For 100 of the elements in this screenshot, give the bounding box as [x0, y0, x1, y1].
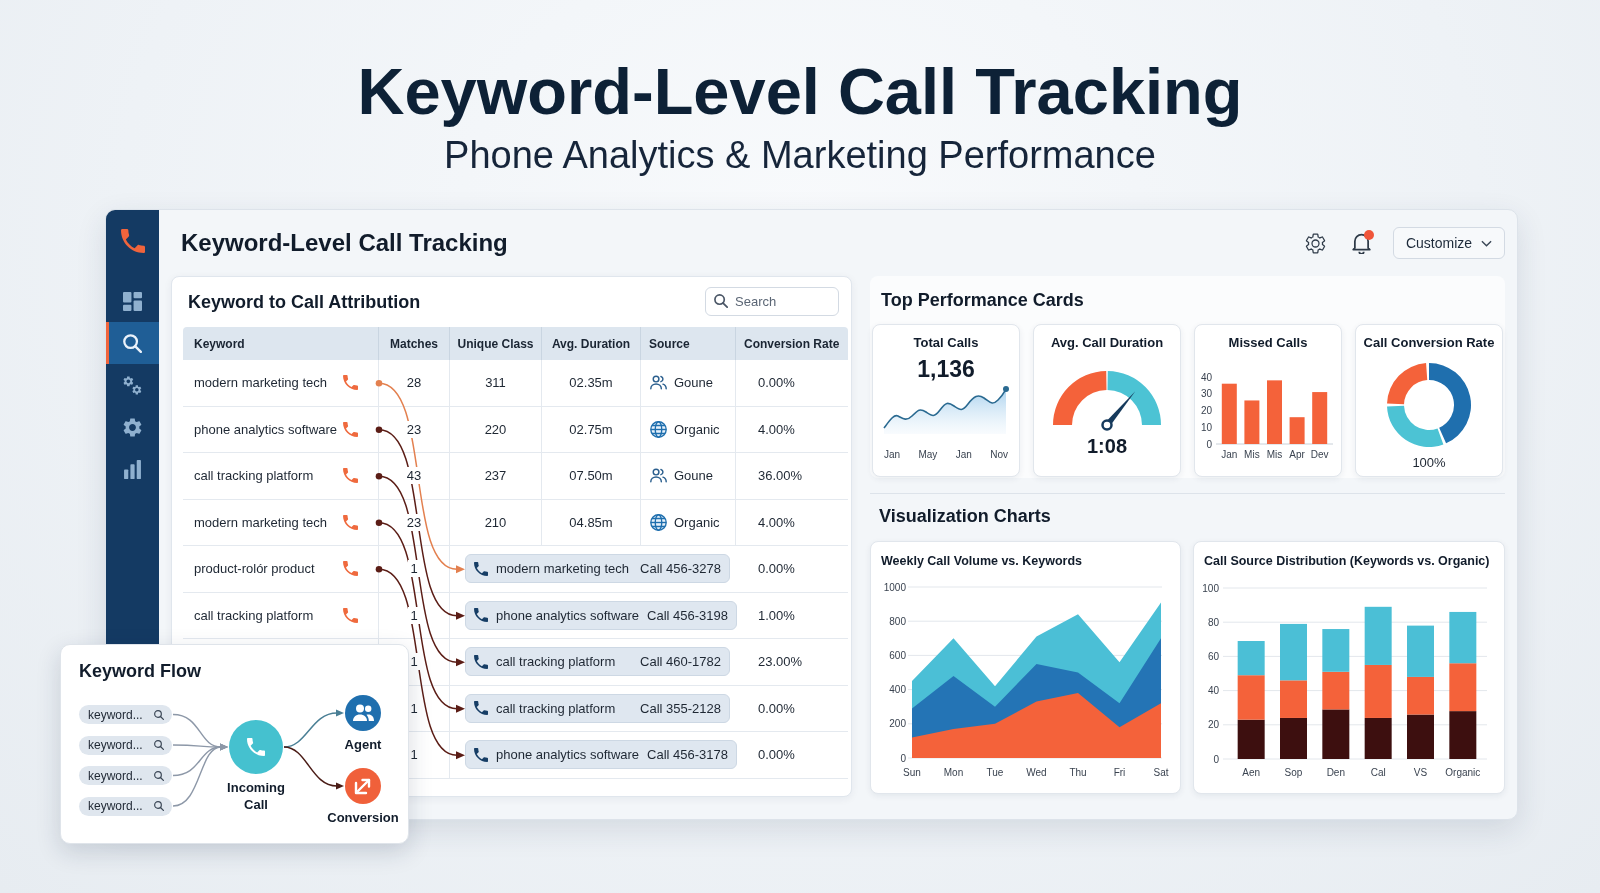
axis-label: Nov	[990, 449, 1008, 461]
tick-label: 0	[1213, 753, 1219, 765]
axis-label: May	[918, 449, 938, 461]
call-keyword: modern marketing tech	[496, 561, 629, 577]
axis-label: Fri	[1113, 767, 1126, 778]
page-subtitle: Phone Analytics & Marketing Performance	[444, 136, 1156, 174]
axis-label: Mon	[943, 767, 964, 778]
unique-class-value: 311	[485, 375, 506, 391]
call-number: Call 456-3198	[647, 607, 729, 623]
conversion-rate-value: 0.00%	[758, 747, 795, 763]
call-keyword: call tracking platform	[496, 700, 616, 716]
card-title: Missed Calls	[1228, 335, 1308, 351]
phone-icon	[343, 514, 358, 530]
phone-icon	[343, 375, 358, 391]
metric-value: 1:08	[1087, 435, 1127, 457]
axis-label: Dev	[1310, 449, 1329, 460]
axis-label: Jan	[955, 449, 972, 461]
axis-label: Sat	[1153, 767, 1169, 778]
tick-label: 200	[889, 718, 906, 730]
tick-label: 600	[889, 649, 906, 661]
phone-icon	[474, 654, 488, 669]
axis-label: Sop	[1284, 767, 1303, 778]
call-keyword: phone analytics software	[496, 747, 640, 763]
node-label: Conversion	[327, 810, 399, 826]
card-title: Total Calls	[913, 335, 979, 351]
tick-label: 10	[1200, 421, 1212, 433]
conversion-rate-value: 4.00%	[758, 514, 795, 530]
conversion-rate-value: 36.00%	[758, 468, 803, 484]
search-field[interactable]: Search	[705, 286, 839, 316]
axis-label: Thu	[1069, 767, 1087, 778]
tick-label: 400	[889, 684, 906, 696]
conversion-rate-value: 23.00%	[758, 654, 803, 670]
call-number: Call 460-1782	[640, 654, 721, 670]
phone-icon	[474, 747, 488, 762]
tick-label: 80	[1207, 616, 1219, 628]
conversion-rate-value: 4.00%	[758, 421, 795, 437]
keyword-text: product-rolór product	[194, 561, 315, 577]
phone-icon	[474, 701, 488, 716]
chevron-down-icon	[1481, 239, 1493, 247]
call-number: Call 456-3178	[647, 747, 729, 763]
call-number: Call 355-2128	[640, 700, 721, 716]
bar-chart-icon	[123, 459, 142, 479]
phone-icon	[343, 468, 358, 484]
matches-value: 1	[408, 653, 420, 671]
tick-label: 800	[889, 615, 906, 627]
conversion-rate-value: 0.00%	[758, 375, 795, 391]
customize-button[interactable]: Customize	[1393, 227, 1505, 259]
column-header: Source	[649, 336, 690, 351]
axis-label: Jan	[1221, 449, 1238, 460]
axis-label: Organic	[1445, 767, 1481, 778]
people-icon	[345, 695, 381, 731]
metric-value: 1,136	[917, 356, 975, 382]
search-icon	[154, 709, 164, 720]
conversion-rate-value: 0.00%	[758, 561, 795, 577]
keyword-label: keyword...	[88, 707, 143, 722]
keyword-text: call tracking platform	[194, 607, 314, 623]
search-icon	[123, 333, 142, 353]
matches-value: 1	[408, 560, 420, 578]
search-icon	[154, 740, 164, 750]
settings-icon	[1304, 232, 1326, 254]
axis-label: VS	[1413, 767, 1428, 778]
axis-label: Den	[1326, 767, 1345, 778]
phone-icon	[474, 608, 488, 623]
phone-icon	[343, 607, 358, 623]
people-icon	[650, 467, 667, 485]
axis-label: Mis	[1244, 449, 1260, 460]
search-icon	[154, 801, 164, 811]
tick-label: 60	[1207, 650, 1219, 662]
unique-class-value: 237	[484, 468, 507, 484]
call-keyword: call tracking platform	[496, 654, 616, 670]
bell-icon	[1350, 232, 1372, 254]
sidebar-button[interactable]	[106, 322, 159, 364]
phone-icon	[343, 561, 358, 577]
grid-icon	[123, 291, 142, 311]
tick-label: 100	[1202, 582, 1219, 594]
column-header: Matches	[390, 336, 438, 351]
flow-arrow	[283, 746, 344, 790]
globe-icon	[650, 513, 667, 531]
phone-icon	[120, 229, 145, 253]
panel-title: Keyword to Call Attribution	[188, 291, 421, 312]
column-header: Keyword	[194, 336, 245, 351]
panel-title: Keyword Flow	[79, 661, 201, 681]
globe-icon	[650, 420, 667, 438]
source-label: Goune	[674, 468, 714, 484]
axis-label: Sun	[903, 767, 921, 778]
tick-label: 0	[900, 752, 906, 764]
section-title: Top Performance Cards	[881, 289, 1084, 311]
source-label: Organic	[674, 421, 720, 437]
card-title: Avg. Call Duration	[1050, 335, 1164, 351]
axis-label: Cal	[1370, 767, 1386, 778]
chart-title: Call Source Distribution (Keywords vs. Organic)	[1204, 554, 1490, 568]
phone-icon	[343, 421, 358, 437]
keyword-text: modern marketing tech	[194, 375, 327, 391]
keyword-text: modern marketing tech	[194, 514, 327, 530]
search-icon	[154, 770, 164, 781]
card-title: Call Conversion Rate	[1363, 335, 1495, 351]
search-icon	[714, 294, 728, 308]
chart-title: Weekly Call Volume vs. Keywords	[881, 554, 1082, 568]
tick-label: 1000	[883, 581, 906, 593]
tick-label: 30	[1200, 388, 1212, 400]
